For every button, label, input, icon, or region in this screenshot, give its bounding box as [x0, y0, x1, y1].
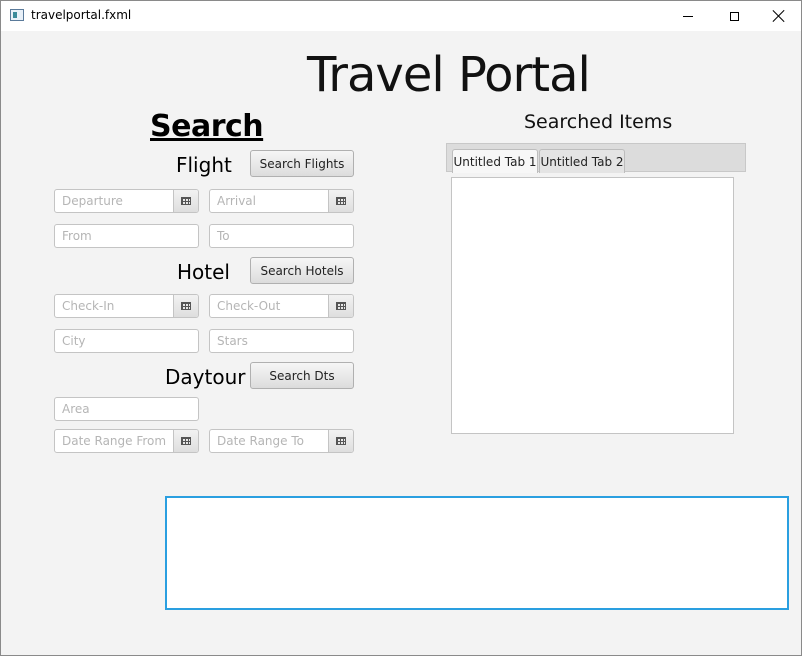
calendar-icon	[336, 302, 346, 310]
hotel-label: Hotel	[177, 260, 230, 284]
output-text-area[interactable]	[165, 496, 789, 610]
minimize-button[interactable]	[665, 1, 711, 31]
arrival-placeholder: Arrival	[217, 194, 256, 208]
maximize-icon	[729, 11, 739, 21]
departure-calendar-button[interactable]	[173, 190, 198, 212]
departure-placeholder: Departure	[62, 194, 123, 208]
checkin-placeholder: Check-In	[62, 299, 115, 313]
title-bar[interactable]: travelportal.fxml	[1, 1, 801, 31]
daytour-label: Daytour	[165, 365, 246, 389]
calendar-icon	[181, 197, 191, 205]
flight-label: Flight	[176, 153, 232, 177]
date-range-from-calendar-button[interactable]	[173, 430, 198, 452]
calendar-icon	[181, 302, 191, 310]
close-button[interactable]	[756, 1, 802, 31]
checkout-placeholder: Check-Out	[217, 299, 281, 313]
checkout-date-picker[interactable]: Check-Out	[209, 294, 354, 318]
maximize-button[interactable]	[711, 1, 757, 31]
date-range-to-placeholder: Date Range To	[217, 434, 304, 448]
arrival-calendar-button[interactable]	[328, 190, 353, 212]
date-range-to-picker[interactable]: Date Range To	[209, 429, 354, 453]
search-hotels-button[interactable]: Search Hotels	[250, 257, 354, 284]
tab-untitled-2[interactable]: Untitled Tab 2	[539, 149, 625, 173]
arrival-date-picker[interactable]: Arrival	[209, 189, 354, 213]
checkin-date-picker[interactable]: Check-In	[54, 294, 199, 318]
date-range-from-placeholder: Date Range From	[62, 434, 167, 448]
minimize-icon	[683, 15, 693, 17]
app-icon	[10, 9, 24, 21]
calendar-icon	[181, 437, 191, 445]
date-range-to-calendar-button[interactable]	[328, 430, 353, 452]
search-flights-button[interactable]: Search Flights	[250, 150, 354, 177]
window-title: travelportal.fxml	[31, 8, 132, 22]
page-title: Travel Portal	[307, 47, 591, 103]
stars-input[interactable]: Stars	[209, 329, 354, 353]
search-daytours-button[interactable]: Search Dts	[250, 362, 354, 389]
departure-date-picker[interactable]: Departure	[54, 189, 199, 213]
calendar-icon	[336, 197, 346, 205]
searched-items-title: Searched Items	[524, 111, 673, 133]
from-input[interactable]: From	[54, 224, 199, 248]
checkin-calendar-button[interactable]	[173, 295, 198, 317]
search-heading: Search	[150, 109, 264, 144]
app-window: travelportal.fxml Travel Portal Search F…	[0, 0, 802, 656]
results-tab-bar: Untitled Tab 1 Untitled Tab 2	[446, 143, 746, 173]
close-icon	[773, 10, 785, 22]
calendar-icon	[336, 437, 346, 445]
city-input[interactable]: City	[54, 329, 199, 353]
to-input[interactable]: To	[209, 224, 354, 248]
date-range-from-picker[interactable]: Date Range From	[54, 429, 199, 453]
area-input[interactable]: Area	[54, 397, 199, 421]
results-list[interactable]	[451, 177, 734, 434]
checkout-calendar-button[interactable]	[328, 295, 353, 317]
tab-untitled-1[interactable]: Untitled Tab 1	[452, 149, 538, 173]
